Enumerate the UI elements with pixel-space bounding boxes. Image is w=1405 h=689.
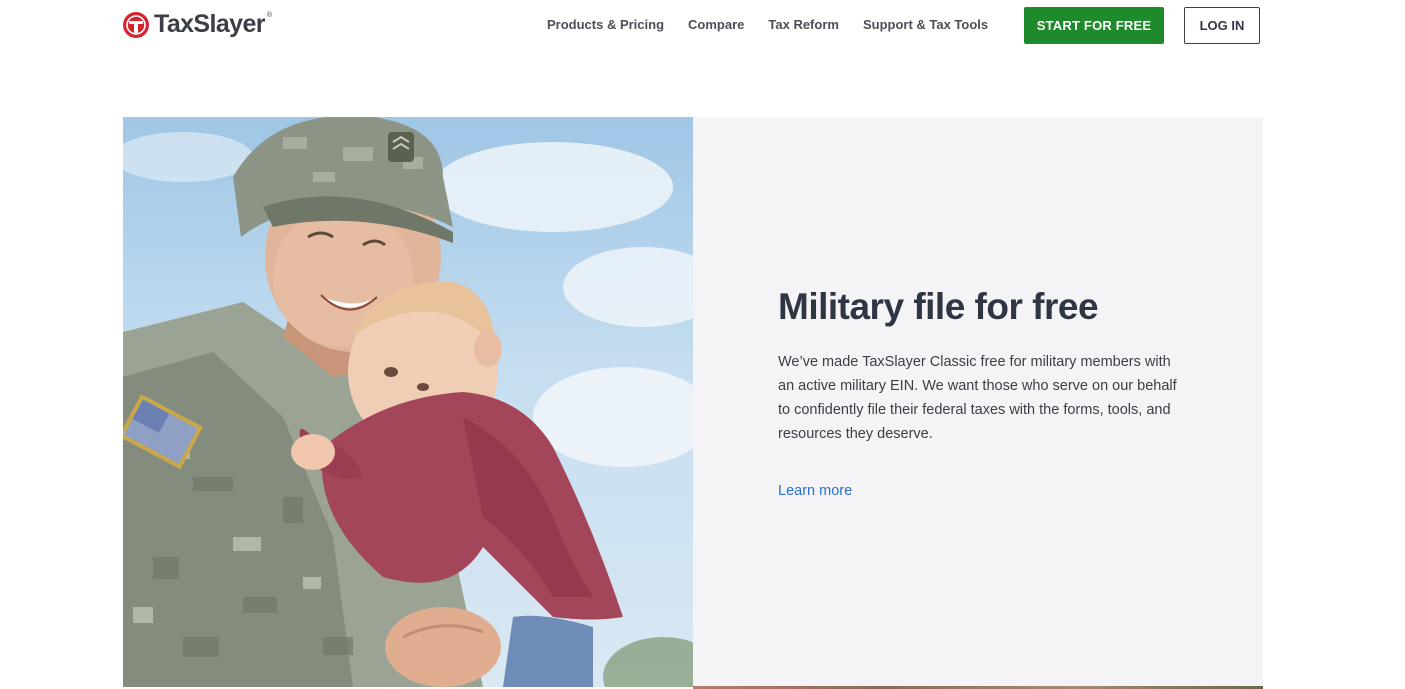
nav-tax-reform[interactable]: Tax Reform — [768, 17, 839, 32]
registered-mark: ® — [266, 12, 273, 19]
military-hero: Military file for free We’ve made TaxSla… — [123, 117, 1263, 687]
main-nav: Products & Pricing Compare Tax Reform Su… — [547, 17, 1012, 32]
brand-name: TaxSlayer — [154, 10, 265, 38]
nav-products-pricing[interactable]: Products & Pricing — [547, 17, 664, 32]
start-for-free-button[interactable]: START FOR FREE — [1024, 7, 1164, 44]
site-header: TaxSlayer ® Products & Pricing Compare T… — [0, 0, 1405, 52]
nav-compare[interactable]: Compare — [688, 17, 744, 32]
hero-description: We’ve made TaxSlayer Classic free for mi… — [778, 354, 1177, 442]
taxslayer-logo-icon — [123, 11, 149, 38]
hero-title: Military file for free — [778, 286, 1099, 327]
nav-support-tax-tools[interactable]: Support & Tax Tools — [863, 17, 988, 32]
hero-photo-illustration — [123, 117, 693, 687]
log-in-button[interactable]: LOG IN — [1184, 7, 1260, 44]
hero-content-panel: Military file for free We’ve made TaxSla… — [693, 117, 1263, 687]
taxslayer-logo[interactable]: TaxSlayer ® — [123, 10, 275, 39]
learn-more-link[interactable]: Learn more — [778, 483, 852, 499]
soldier-holding-child-photo — [123, 117, 693, 687]
